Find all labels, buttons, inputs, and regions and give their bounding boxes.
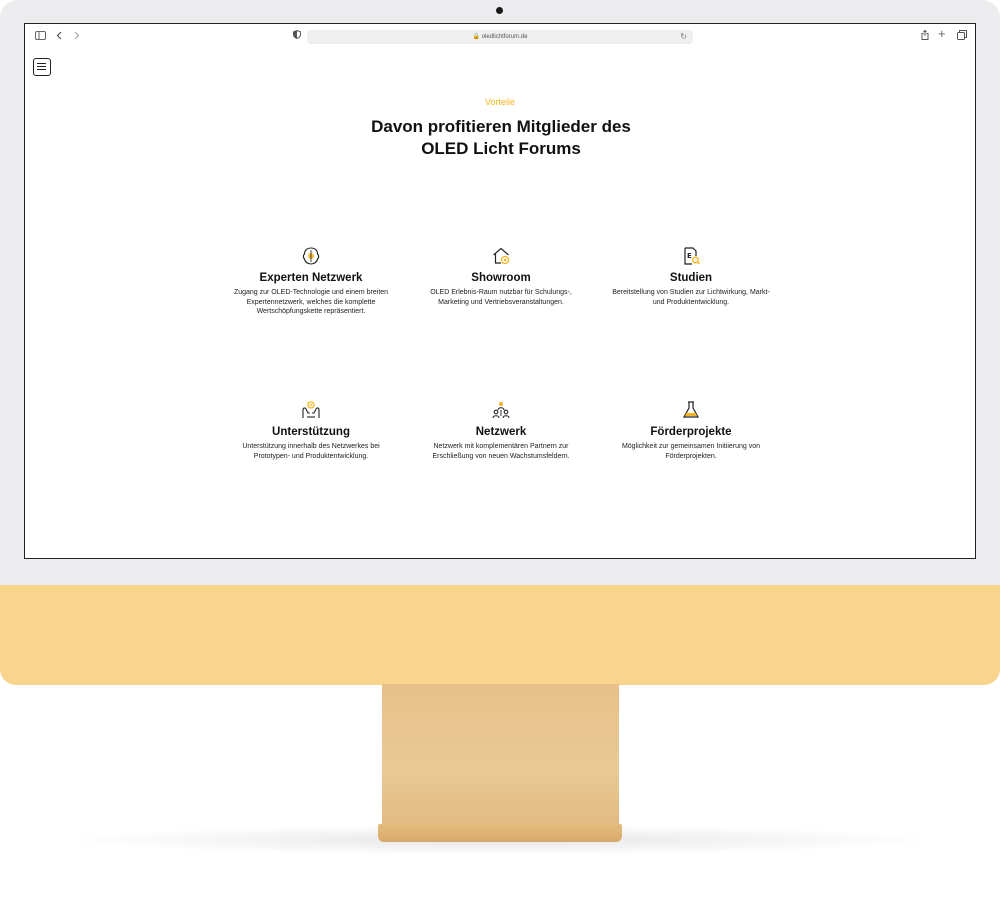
benefit-title: Studien (669, 272, 713, 284)
benefit-card-studien: E Studien Bereitstellung von Studien zur… (611, 246, 771, 307)
helping-hands-icon (302, 401, 320, 418)
benefit-title: Showroom (471, 272, 531, 284)
monitor-stand (382, 684, 619, 826)
benefit-card-showroom: Showroom OLED Erlebnis-Raum nutzbar für … (421, 246, 581, 307)
sidebar-toggle-icon[interactable] (35, 30, 46, 44)
house-showroom-icon (493, 247, 510, 265)
benefit-title: Förderprojekte (650, 426, 732, 438)
browser-toolbar: 🔒 oledlichtforum.de ↻ + (25, 24, 975, 50)
benefit-description: Möglichkeit zur gemeinsamen Initiierung … (621, 443, 761, 460)
benefit-card-foerderprojekte: Förderprojekte Möglichkeit zur gemeinsam… (611, 400, 771, 461)
document-search-icon: E (684, 247, 700, 265)
benefit-title: Netzwerk (475, 426, 527, 438)
browser-window: 🔒 oledlichtforum.de ↻ + Vorteile Davon p… (24, 23, 976, 559)
forward-icon[interactable] (73, 30, 80, 44)
benefit-description: Netzwerk mit komplementären Partnern zur… (432, 443, 570, 460)
section-eyebrow: Vorteile (484, 97, 516, 107)
privacy-shield-icon[interactable] (293, 29, 301, 41)
share-icon[interactable] (921, 29, 929, 44)
benefit-card-experten-netzwerk: Experten Netzwerk Zugang zur OLED-Techno… (231, 246, 391, 317)
benefit-description: OLED Erlebnis-Raum nutzbar für Schulungs… (430, 289, 572, 306)
brain-network-icon (302, 247, 320, 265)
address-bar[interactable]: 🔒 oledlichtforum.de ↻ (307, 30, 693, 44)
benefit-title: Unterstützung (272, 426, 350, 438)
benefit-description: Unterstützung innerhalb des Netzwerkes b… (242, 443, 380, 460)
address-text: 🔒 oledlichtforum.de (472, 34, 528, 40)
camera (496, 7, 503, 14)
benefit-description: Bereitstellung von Studien zur Lichtwirk… (612, 289, 770, 306)
benefit-description: Zugang zur OLED-Technologie und einem br… (233, 289, 389, 315)
section-heading: Davon profitieren Mitglieder des OLED Li… (371, 117, 631, 158)
people-network-icon (492, 402, 510, 419)
lock-icon: 🔒 (472, 34, 481, 40)
monitor-chin (0, 585, 1000, 685)
reload-icon[interactable]: ↻ (680, 30, 687, 44)
flask-icon (682, 401, 700, 418)
tab-overview-icon[interactable] (957, 30, 967, 44)
new-tab-icon[interactable]: + (938, 27, 946, 41)
svg-text:E: E (687, 252, 692, 260)
benefit-title: Experten Netzwerk (259, 272, 363, 284)
hamburger-menu-button[interactable] (33, 58, 51, 76)
benefit-card-netzwerk: Netzwerk Netzwerk mit komplementären Par… (421, 400, 581, 461)
back-icon[interactable] (56, 30, 63, 44)
benefit-card-unterstuetzung: Unterstützung Unterstützung innerhalb de… (231, 400, 391, 461)
monitor-stand-foot (378, 824, 622, 842)
